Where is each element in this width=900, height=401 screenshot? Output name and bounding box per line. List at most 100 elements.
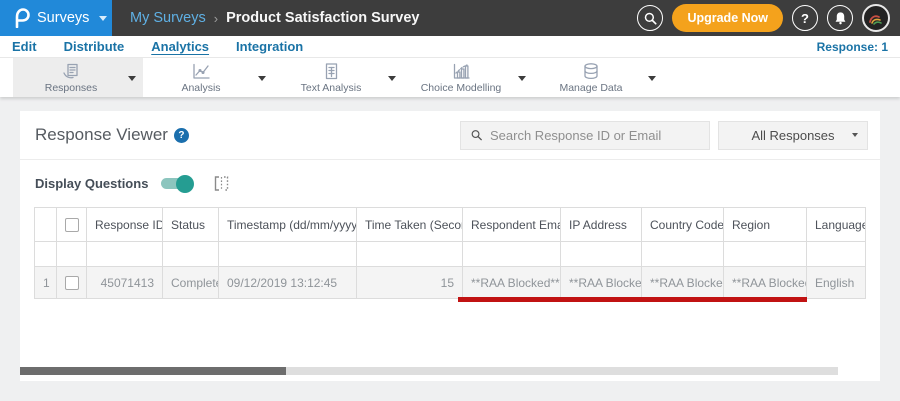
app-logo-menu[interactable]: Surveys: [0, 0, 112, 36]
search-icon: [471, 130, 482, 141]
col-ip-address: IP Address: [560, 207, 642, 242]
questionpro-logo-icon: [14, 8, 30, 28]
col-response-id[interactable]: Response ID: [86, 207, 163, 242]
filter-cell[interactable]: [641, 241, 724, 267]
choice-modelling-icon: [453, 63, 470, 79]
col-language: Language: [806, 207, 866, 242]
breadcrumb-separator: ›: [213, 10, 219, 26]
response-search-box: [460, 120, 710, 150]
response-count-label: Response: 1: [816, 39, 888, 54]
time-taken-cell: 15: [356, 266, 463, 299]
table-controls-row: Display Questions: [20, 160, 880, 207]
global-search-button[interactable]: [637, 5, 664, 31]
toolbar-module-label: Manage Data: [559, 81, 623, 94]
responses-dropdown-caret-icon[interactable]: [128, 75, 136, 81]
horizontal-scrollbar[interactable]: [20, 367, 838, 375]
survey-nav: Edit Distribute Analytics Integration Re…: [0, 36, 900, 58]
col-status: Status: [162, 207, 219, 242]
filter-cell[interactable]: [806, 241, 866, 267]
col-respondent-email: Respondent Email: [462, 207, 561, 242]
toolbar-module-label: Text Analysis: [300, 81, 362, 94]
toolbar-module-label: Analysis: [181, 81, 221, 94]
table-filter-row: [34, 241, 866, 267]
panel-header: Response Viewer ? All Responses: [20, 111, 880, 160]
analysis-icon: [193, 63, 210, 79]
manage-data-dropdown-caret-icon[interactable]: [648, 75, 656, 81]
toolbar-module-responses[interactable]: Responses: [13, 58, 143, 97]
avatar-image: [869, 15, 882, 25]
col-timestamp[interactable]: Timestamp (dd/mm/yyyy): [218, 207, 357, 242]
breadcrumb-my-surveys[interactable]: My Surveys: [130, 10, 206, 26]
upgrade-now-button[interactable]: Upgrade Now: [672, 4, 783, 32]
col-country-code: Country Code: [641, 207, 724, 242]
freeze-columns-icon[interactable]: [213, 175, 230, 192]
response-filter-dropdown[interactable]: All Responses: [718, 120, 868, 150]
main-content-area: Response Viewer ? All Responses Display …: [0, 97, 900, 401]
manage-data-icon: [584, 62, 598, 79]
chevron-down-icon: [852, 133, 858, 137]
help-button[interactable]: ?: [792, 5, 818, 31]
select-all-header: [56, 207, 87, 242]
display-questions-label: Display Questions: [35, 176, 149, 191]
filter-cell[interactable]: [356, 241, 463, 267]
top-header-bar: Surveys My Surveys › Product Satisfactio…: [0, 0, 900, 36]
text-analysis-dropdown-caret-icon[interactable]: [388, 75, 396, 81]
toolbar-module-text-analysis[interactable]: Text Analysis: [273, 58, 403, 97]
topbar-actions: Upgrade Now ?: [637, 4, 900, 32]
ip-address-cell: **RAA Blocked**: [560, 266, 642, 299]
filter-cell[interactable]: [462, 241, 561, 267]
search-response-input[interactable]: [490, 127, 699, 143]
raa-blocked-highlight-annotation: [458, 297, 807, 302]
country-code-cell: **RAA Blocked**: [641, 266, 724, 299]
toggle-knob: [176, 174, 195, 193]
bell-icon: [835, 12, 845, 25]
select-all-checkbox[interactable]: [65, 217, 79, 232]
nav-analytics[interactable]: Analytics: [151, 39, 209, 54]
col-time-taken[interactable]: Time Taken (Seconds): [356, 207, 463, 242]
response-viewer-help-icon[interactable]: ?: [173, 127, 189, 143]
filter-cell[interactable]: [218, 241, 357, 267]
respondent-email-cell: **RAA Blocked**: [462, 266, 561, 299]
choice-modelling-dropdown-caret-icon[interactable]: [518, 75, 526, 81]
breadcrumb-survey-title: Product Satisfaction Survey: [226, 10, 420, 26]
row-number-cell: 1: [34, 266, 57, 299]
toolbar-module-analysis[interactable]: Analysis: [143, 58, 273, 97]
breadcrumb: My Surveys › Product Satisfaction Survey: [130, 10, 419, 26]
display-questions-toggle[interactable]: [161, 174, 195, 193]
toolbar-module-manage-data[interactable]: Manage Data: [533, 58, 663, 97]
filter-cell[interactable]: [162, 241, 219, 267]
user-avatar[interactable]: [862, 4, 890, 32]
region-cell: **RAA Blocked**: [723, 266, 807, 299]
nav-integration[interactable]: Integration: [236, 39, 303, 54]
analytics-toolbar: Responses Analysis Text Analysis Choice …: [0, 58, 900, 97]
filter-cell[interactable]: [560, 241, 642, 267]
response-filter-value: All Responses: [751, 127, 835, 143]
toolbar-module-label: Choice Modelling: [420, 81, 502, 94]
text-analysis-icon: [325, 62, 338, 79]
language-cell: English: [806, 266, 866, 299]
analysis-dropdown-caret-icon[interactable]: [258, 75, 266, 81]
filter-cell[interactable]: [86, 241, 163, 267]
col-region: Region: [723, 207, 807, 242]
responses-icon: [63, 63, 78, 78]
filter-cell[interactable]: [723, 241, 807, 267]
nav-edit[interactable]: Edit: [12, 39, 37, 54]
toolbar-module-label: Responses: [44, 81, 98, 94]
table-row: 1 45071413 Completed 09/12/2019 13:12:45…: [34, 266, 866, 299]
nav-distribute[interactable]: Distribute: [64, 39, 125, 54]
responses-table: Response ID Status Timestamp (dd/mm/yyyy…: [34, 207, 866, 299]
page-title: Response Viewer: [35, 125, 168, 144]
table-header-row: Response ID Status Timestamp (dd/mm/yyyy…: [34, 207, 866, 242]
product-switcher-label: Surveys: [37, 10, 90, 26]
notifications-button[interactable]: [827, 5, 853, 31]
horizontal-scrollbar-thumb[interactable]: [20, 367, 286, 375]
timestamp-cell: 09/12/2019 13:12:45: [218, 266, 357, 299]
status-cell: Completed: [162, 266, 219, 299]
response-id-cell[interactable]: 45071413: [86, 266, 163, 299]
row-checkbox[interactable]: [65, 275, 79, 290]
row-number-header: [34, 207, 57, 242]
toolbar-module-choice-modelling[interactable]: Choice Modelling: [403, 58, 533, 97]
row-select-cell: [56, 266, 87, 299]
response-viewer-panel: Response Viewer ? All Responses Display …: [20, 111, 880, 381]
search-icon: [644, 12, 657, 25]
